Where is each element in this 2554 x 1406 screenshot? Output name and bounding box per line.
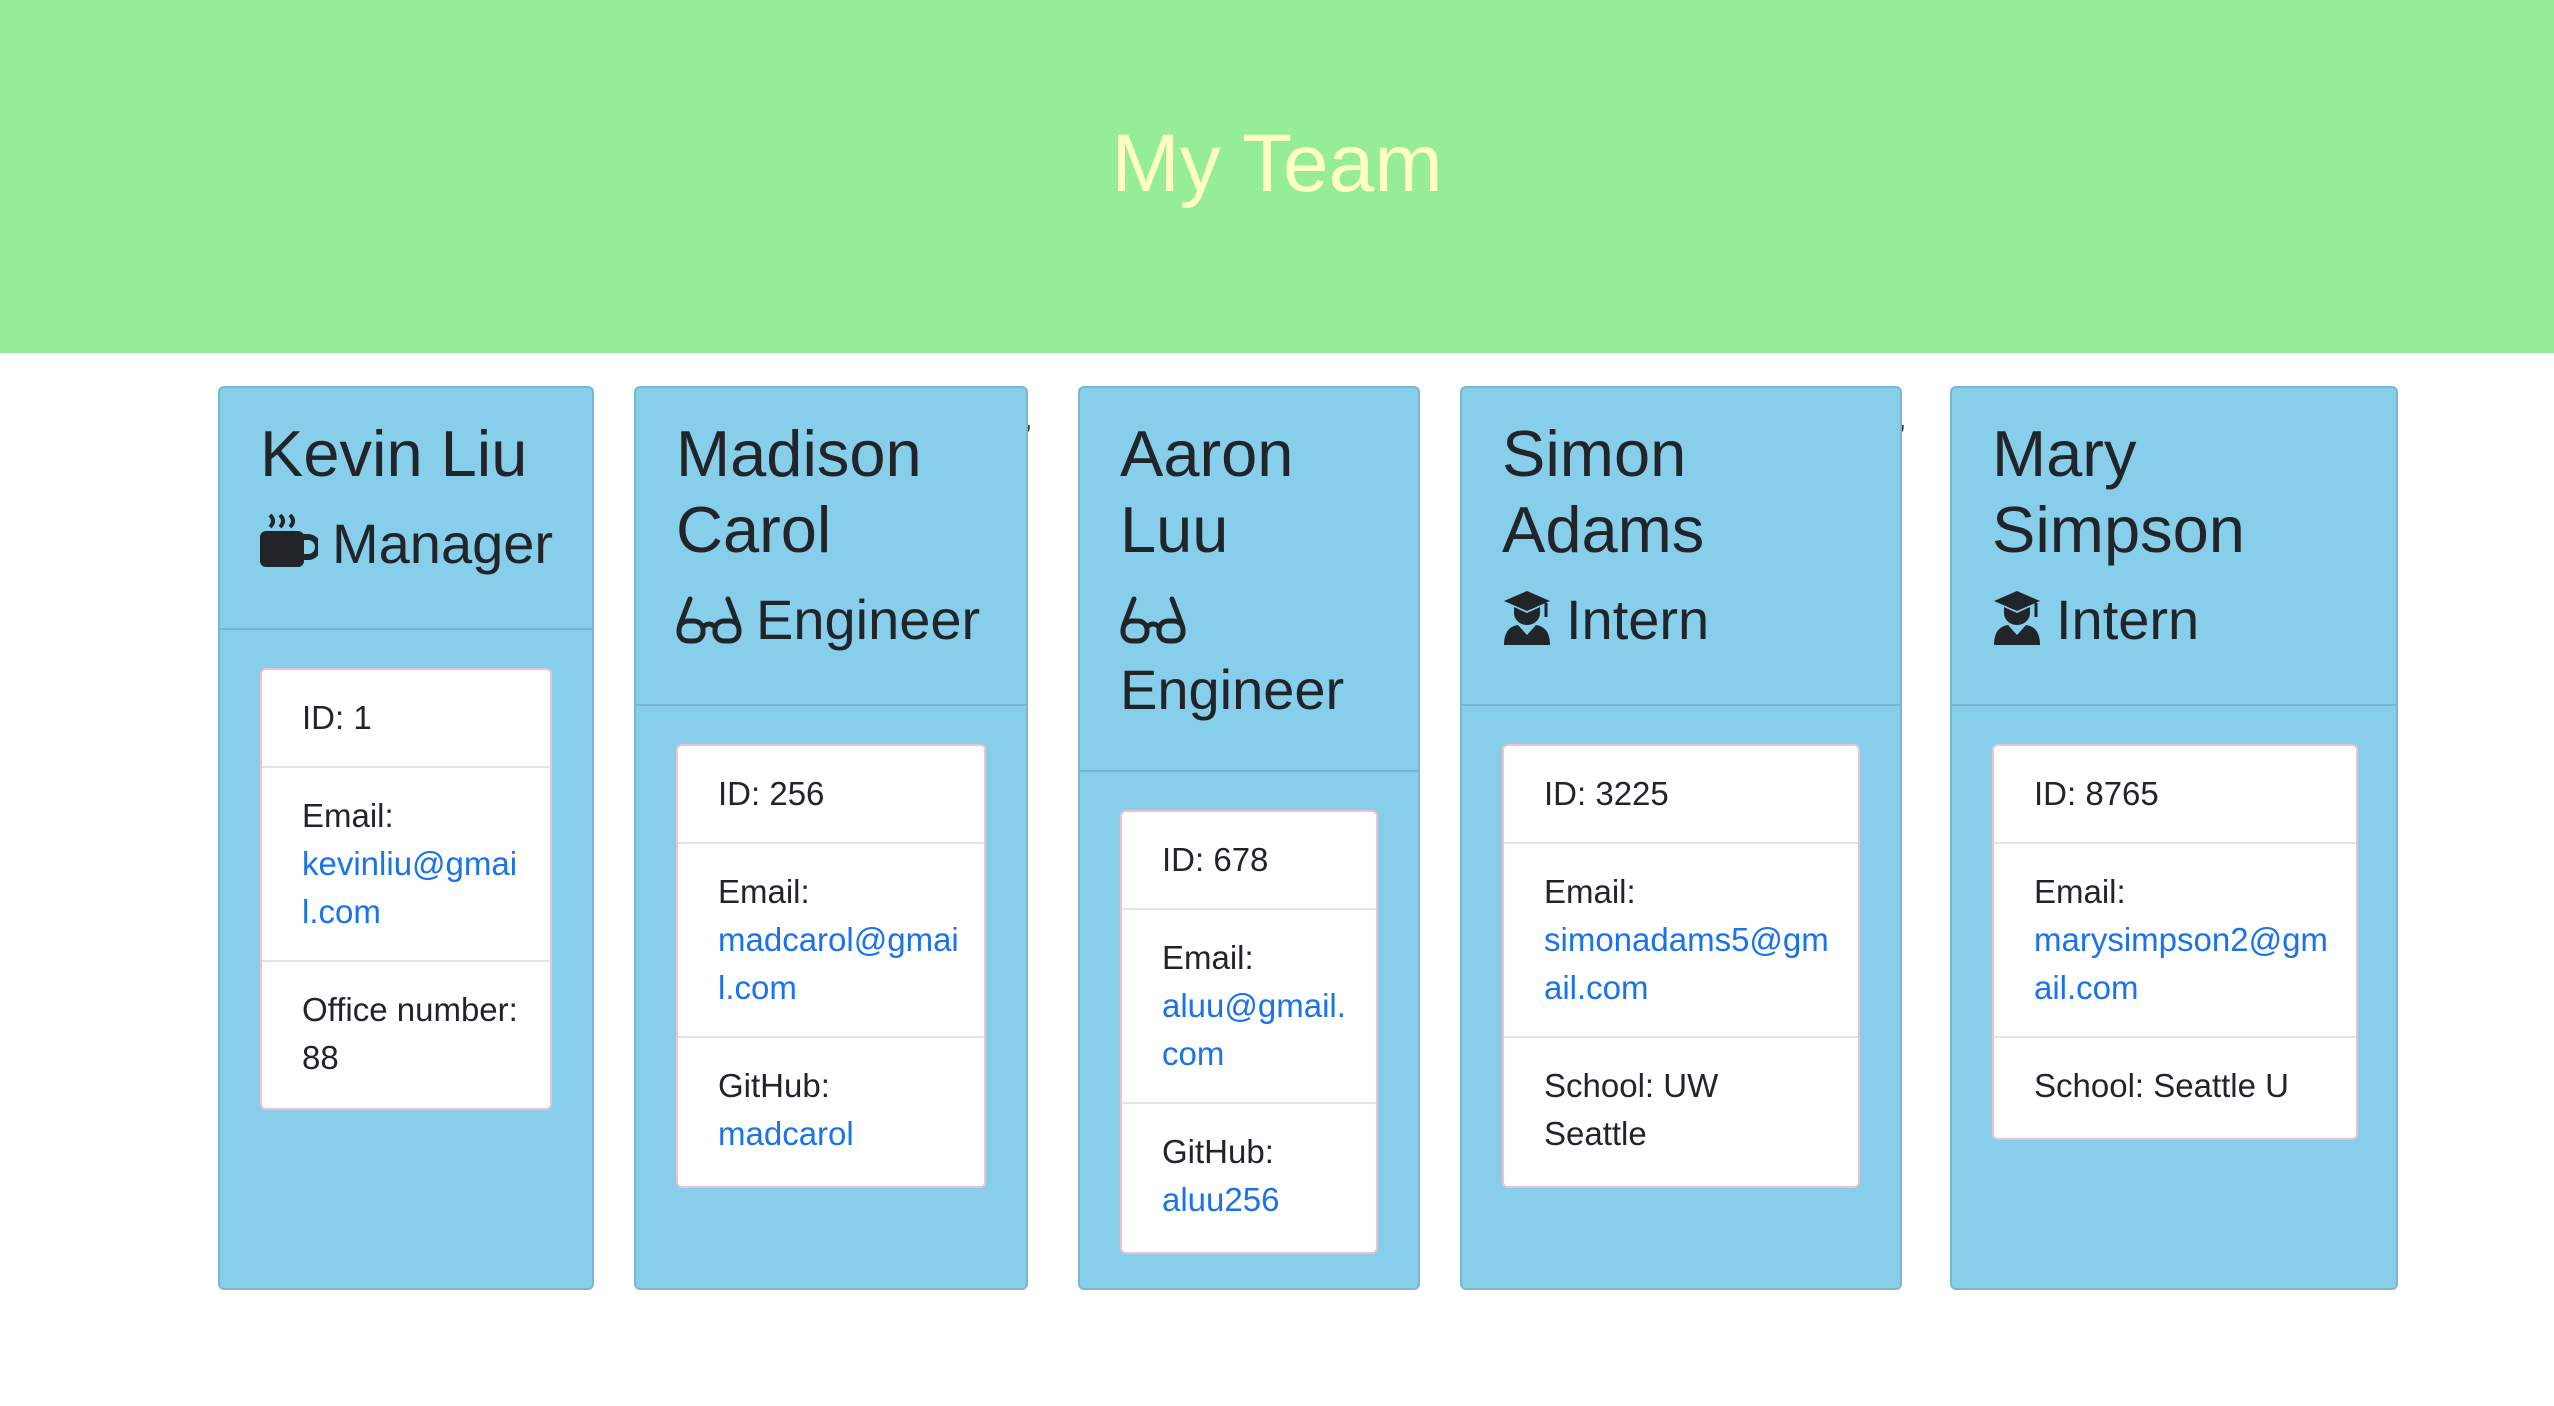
office-row: Office number: 88 [262,962,550,1108]
email-row: Email: kevinliu@gmail.com [262,768,550,962]
email-label: Email: [718,873,810,910]
glasses-icon [676,594,742,658]
email-row: Email: marysimpson2@gmail.com [1994,844,2356,1038]
id-row: ID: 3225 [1504,746,1858,844]
school-row: School: UW Seattle [1504,1038,1858,1186]
id-text: ID: 8765 [2034,775,2159,812]
school-text: School: UW Seattle [1544,1067,1719,1152]
page-title: My Team [1111,118,1443,209]
github-link[interactable]: madcarol [718,1115,854,1152]
coffee-mug-icon [260,513,321,582]
card-header: Aaron Luu Engineer [1080,388,1418,772]
info-list: ID: 8765 Email: marysimpson2@gmail.com S… [1992,744,2358,1140]
email-row: Email: aluu@gmail.com [1122,910,1376,1104]
email-label: Email: [1544,873,1636,910]
graduate-icon [1502,589,1552,658]
id-row: ID: 256 [678,746,984,844]
email-link[interactable]: simonadams5@gmail.com [1544,921,1829,1006]
employee-card: Aaron Luu Engineer ID: 678 Email: aluu@g… [1078,386,1420,1290]
github-row: GitHub: aluu256 [1122,1104,1376,1252]
page-header: My Team [0,0,2554,353]
id-row: ID: 1 [262,670,550,768]
employee-card: Mary Simpson Intern ID: 8765 Email: mary… [1950,386,2398,1290]
email-label: Email: [2034,873,2126,910]
employee-name: Aaron Luu [1120,417,1294,566]
role-label: Intern [1566,588,1710,651]
employee-card: Simon Adams Intern ID: 3225 Email: simon… [1460,386,1902,1290]
glasses-icon [1120,594,1186,658]
id-text: ID: 1 [302,699,372,736]
role-label: Manager [332,512,554,575]
info-list: ID: 256 Email: madcarol@gmail.com GitHub… [676,744,986,1188]
employee-card: Kevin Liu Manager ID: 1 Email: kevinliu@… [218,386,594,1290]
email-row: Email: madcarol@gmail.com [678,844,984,1038]
id-text: ID: 256 [718,775,825,812]
info-list: ID: 1 Email: kevinliu@gmail.com Office n… [260,668,552,1110]
school-text: School: Seattle U [2034,1067,2289,1104]
email-link[interactable]: kevinliu@gmail.com [302,845,517,930]
email-row: Email: simonadams5@gmail.com [1504,844,1858,1038]
email-label: Email: [302,797,394,834]
github-label: GitHub: [718,1067,830,1104]
card-header: Kevin Liu Manager [220,388,592,630]
email-link[interactable]: aluu@gmail.com [1162,987,1346,1072]
employee-role: Engineer [1120,588,1380,722]
graduate-icon [1992,589,2042,658]
employee-role: Engineer [676,588,980,658]
github-link[interactable]: aluu256 [1162,1181,1279,1218]
card-header: Simon Adams Intern [1462,388,1900,706]
role-label: Intern [2056,588,2200,651]
id-row: ID: 8765 [1994,746,2356,844]
role-label: Engineer [756,588,981,651]
id-text: ID: 678 [1162,841,1269,878]
email-label: Email: [1162,939,1254,976]
email-link[interactable]: madcarol@gmail.com [718,921,959,1006]
id-row: ID: 678 [1122,812,1376,910]
info-list: ID: 678 Email: aluu@gmail.com GitHub: al… [1120,810,1378,1254]
id-text: ID: 3225 [1544,775,1669,812]
employee-name: Simon Adams [1502,417,1705,566]
card-header: Mary Simpson Intern [1952,388,2396,706]
employee-role: Intern [1502,588,1709,658]
school-row: School: Seattle U [1994,1038,2356,1138]
role-label: Engineer [1120,658,1345,721]
employee-role: Manager [260,512,553,582]
github-label: GitHub: [1162,1133,1274,1170]
office-number-text: Office number: 88 [302,991,518,1076]
employee-name: Mary Simpson [1992,417,2245,566]
email-link[interactable]: marysimpson2@gmail.com [2034,921,2328,1006]
employee-role: Intern [1992,588,2199,658]
employee-name: Madison Carol [676,417,922,566]
info-list: ID: 3225 Email: simonadams5@gmail.com Sc… [1502,744,1860,1188]
employee-name: Kevin Liu [260,417,528,490]
employee-card: Madison Carol Engineer ID: 256 Email: ma… [634,386,1028,1290]
github-row: GitHub: madcarol [678,1038,984,1186]
card-header: Madison Carol Engineer [636,388,1026,706]
